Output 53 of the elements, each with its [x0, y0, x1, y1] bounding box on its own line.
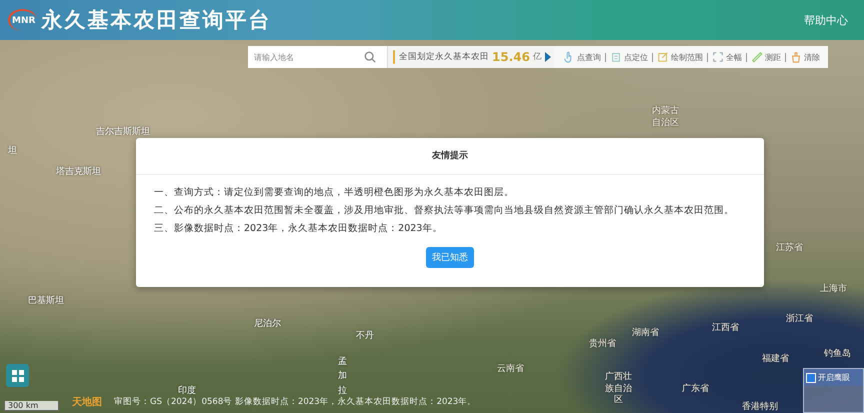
map-label: 贵州省 — [589, 338, 616, 350]
map-label: 印度 — [178, 384, 196, 397]
expand-icon — [712, 51, 724, 63]
map-label: 塔吉克斯坦 — [56, 166, 101, 178]
map-label: 不丹 — [356, 330, 374, 342]
stat-unit: 亿 — [532, 51, 542, 63]
scale-bar: 300 km — [4, 401, 60, 411]
layers-icon — [10, 368, 24, 382]
tool-button[interactable]: 清除 — [786, 51, 824, 63]
map-label: 浙江省 — [786, 312, 813, 325]
map-label: 广东省 — [682, 382, 709, 395]
tool-button[interactable]: 测距 — [746, 51, 785, 63]
map-label: 吉尔吉斯斯坦 — [96, 126, 150, 138]
map-label: 湖南省 — [632, 326, 659, 339]
map-label: 内蒙古自治区 — [652, 106, 679, 130]
overview-label: 开启鹰眼 — [818, 372, 850, 383]
map-label: 巴基斯坦 — [28, 294, 64, 307]
map-label: 江苏省 — [776, 242, 803, 254]
tool-button[interactable]: 点查询 — [558, 51, 605, 63]
map-label: 上海市 — [820, 282, 847, 295]
dialog-title: 友情提示 — [136, 138, 764, 175]
notice-text: 三、影像数据时点：2023年，永久基本农田数据时点：2023年。 — [154, 222, 444, 236]
map-label: 钓鱼岛 — [824, 348, 851, 360]
map-label: 香港特别 — [742, 400, 778, 413]
play-icon[interactable] — [544, 52, 551, 62]
notice-text: 一、查询方式：请定位到需要查询的地点，半透明橙色图形为永久基本农田图层。 — [154, 186, 515, 200]
map-label: 福建省 — [762, 352, 789, 365]
map-label: 坦 — [8, 144, 17, 157]
stat-label: 全国划定永久基本农田 — [399, 51, 489, 63]
attribution-text: 审图号：GS（2024）0568号 影像数据时点：2023年，永久基本农田数据时点：2023年。 — [114, 396, 476, 408]
app-title: 永久基本农田查询平台 — [41, 7, 272, 34]
overview-checkbox[interactable] — [806, 372, 816, 382]
pencil-icon — [656, 51, 669, 63]
ruler-icon — [750, 51, 763, 63]
stat-value: 15.46 — [492, 50, 530, 64]
search-bar[interactable]: 请输入地名 — [248, 46, 388, 68]
tool-button[interactable]: 全幅 — [708, 51, 746, 63]
search-icon — [364, 51, 376, 63]
tool-button[interactable]: 点定位 — [606, 51, 652, 63]
map-label: 云南省 — [497, 362, 524, 375]
notice-text: 二、公布的永久基本农田范围暂未全覆盖，涉及用地审批、督察执法等事项需向当地县级自然资源主管部门确认永久基本农田范围。 — [154, 204, 735, 218]
map-label: 广西壮族自治区 — [605, 372, 632, 408]
map-logo: 天地图 — [72, 396, 102, 409]
document-icon — [610, 51, 622, 63]
logo-badge: MNR — [8, 9, 38, 31]
layers-button[interactable] — [6, 364, 29, 387]
acknowledge-button[interactable]: 我已知悉 — [426, 247, 474, 268]
map-label: 孟加拉 — [338, 356, 347, 396]
tool-button[interactable]: 绘制范围 — [652, 51, 707, 63]
help-link[interactable]: 帮助中心 — [804, 12, 848, 28]
map-label: 尼泊尔 — [254, 318, 281, 330]
brush-icon — [790, 51, 802, 63]
map-label: 江西省 — [712, 322, 739, 334]
